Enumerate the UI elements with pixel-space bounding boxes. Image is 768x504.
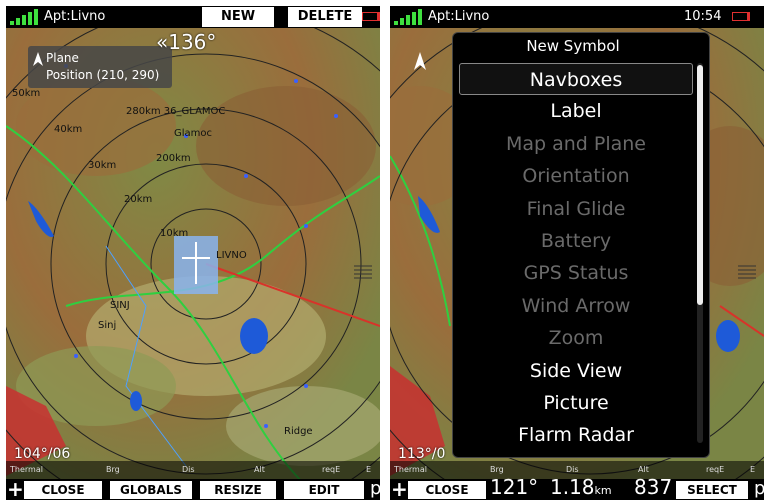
- navbox-label: Thermal: [10, 465, 43, 474]
- symbol-item-zoom: Zoom: [548, 327, 604, 350]
- select-button[interactable]: SELECT: [676, 481, 748, 499]
- range-ring-label: 20km: [124, 194, 152, 205]
- delete-button[interactable]: DELETE: [288, 7, 362, 27]
- gps-signal-icon: [394, 9, 422, 25]
- altitude-value: 837: [634, 475, 673, 499]
- airport-label: Apt:Livno: [44, 9, 106, 24]
- right-glyph: p: [370, 478, 380, 499]
- symbol-item-orientation: Orientation: [522, 165, 630, 188]
- range-ring-label: 50km: [12, 88, 40, 99]
- town-label: Glamoc: [174, 128, 212, 139]
- zoom-in-icon[interactable]: +: [7, 477, 24, 500]
- dialog-scrollbar[interactable]: [697, 63, 703, 443]
- navbox-label: Dis: [182, 465, 195, 474]
- bearing-value: 121°: [490, 475, 539, 499]
- navbox-label: Thermal: [394, 465, 427, 474]
- symbol-item-picture[interactable]: Picture: [459, 387, 693, 419]
- distance-value: 1.18km: [550, 475, 612, 499]
- symbol-list: Navboxes Label Map and Plane Orientation…: [459, 63, 693, 452]
- plane-info-panel: Plane Position (210, 290): [28, 46, 172, 88]
- heading-readout: «136°: [156, 30, 217, 54]
- waypoint-label: SINJ: [110, 300, 130, 311]
- town-label: Sinj: [98, 320, 116, 331]
- wind-readout: 104°/06: [14, 446, 71, 462]
- navbox-label: reqE: [322, 465, 341, 474]
- softkey-bar: + CLOSE 121° 1.18km 837 SELECT p: [390, 475, 764, 500]
- north-arrow-icon: [33, 52, 43, 66]
- wind-readout: 113°/0: [398, 446, 446, 462]
- battery-icon: [362, 12, 380, 21]
- top-bar: Apt:Livno NEW DELETE: [6, 6, 380, 28]
- symbol-item-label[interactable]: Label: [459, 95, 693, 127]
- new-button[interactable]: NEW: [202, 7, 274, 27]
- airport-label: Apt:Livno: [428, 9, 490, 24]
- top-bar: Apt:Livno 10:54: [390, 6, 764, 28]
- scroll-thumb[interactable]: [697, 65, 703, 305]
- map-screen-right: Apt:Livno 10:54 New Symbol Navboxes Labe…: [390, 6, 764, 500]
- north-arrow-icon: [414, 52, 426, 70]
- softkey-bar: + CLOSE GLOBALS RESIZE EDIT p: [6, 477, 380, 500]
- new-symbol-dialog: New Symbol Navboxes Label Map and Plane …: [452, 32, 710, 458]
- navbox-label: Dis: [566, 465, 579, 474]
- zoom-in-icon[interactable]: +: [391, 477, 408, 500]
- panel-position: Position (210, 290): [46, 68, 160, 82]
- globals-button[interactable]: GLOBALS: [110, 481, 192, 499]
- navbox-labels: Thermal Brg Dis Alt reqE E: [6, 461, 380, 479]
- symbol-item-side-view[interactable]: Side View: [459, 355, 693, 387]
- town-label: Ridge: [284, 426, 313, 437]
- symbol-item-map-and-plane: Map and Plane: [505, 132, 647, 155]
- close-button[interactable]: CLOSE: [24, 481, 102, 499]
- symbol-item-flarm-radar[interactable]: Flarm Radar: [459, 419, 693, 451]
- waypoint-label: 280km 36_GLAMOC: [126, 106, 225, 117]
- navbox-label: E: [750, 465, 756, 474]
- edit-button[interactable]: EDIT: [284, 481, 364, 499]
- symbol-item-wind-arrow: Wind Arrow: [521, 294, 631, 317]
- map-screen-left: 50km 40km 30km 20km 10km 200km 280km 36_…: [6, 6, 380, 500]
- symbol-item-battery: Battery: [540, 229, 612, 252]
- range-ring-label: 10km: [160, 228, 188, 239]
- resize-button[interactable]: RESIZE: [200, 481, 276, 499]
- navbox-label: reqE: [706, 465, 725, 474]
- symbol-item-gps-status: GPS Status: [523, 262, 629, 285]
- panel-title: Plane: [46, 51, 79, 65]
- range-ring-label: 200km: [156, 153, 191, 164]
- distance-number: 1.18: [550, 475, 595, 499]
- navbox-label: Brg: [490, 465, 504, 474]
- symbol-item-navboxes[interactable]: Navboxes: [459, 63, 693, 96]
- range-ring-label: 40km: [54, 124, 82, 135]
- distance-unit: km: [594, 484, 612, 497]
- right-glyph: p: [754, 478, 764, 499]
- range-ring-label: 30km: [88, 160, 116, 171]
- close-button[interactable]: CLOSE: [408, 481, 486, 499]
- clock: 10:54: [684, 9, 722, 24]
- battery-icon: [732, 12, 750, 21]
- waypoint-label: LIVNO: [216, 250, 247, 261]
- navbox-label: E: [366, 465, 372, 474]
- symbol-item-final-glide: Final Glide: [526, 197, 626, 220]
- dialog-title: New Symbol: [526, 37, 620, 55]
- gps-signal-icon: [10, 9, 38, 25]
- navbox-label: Alt: [638, 465, 649, 474]
- navbox-label: Alt: [254, 465, 265, 474]
- navbox-label: Brg: [106, 465, 120, 474]
